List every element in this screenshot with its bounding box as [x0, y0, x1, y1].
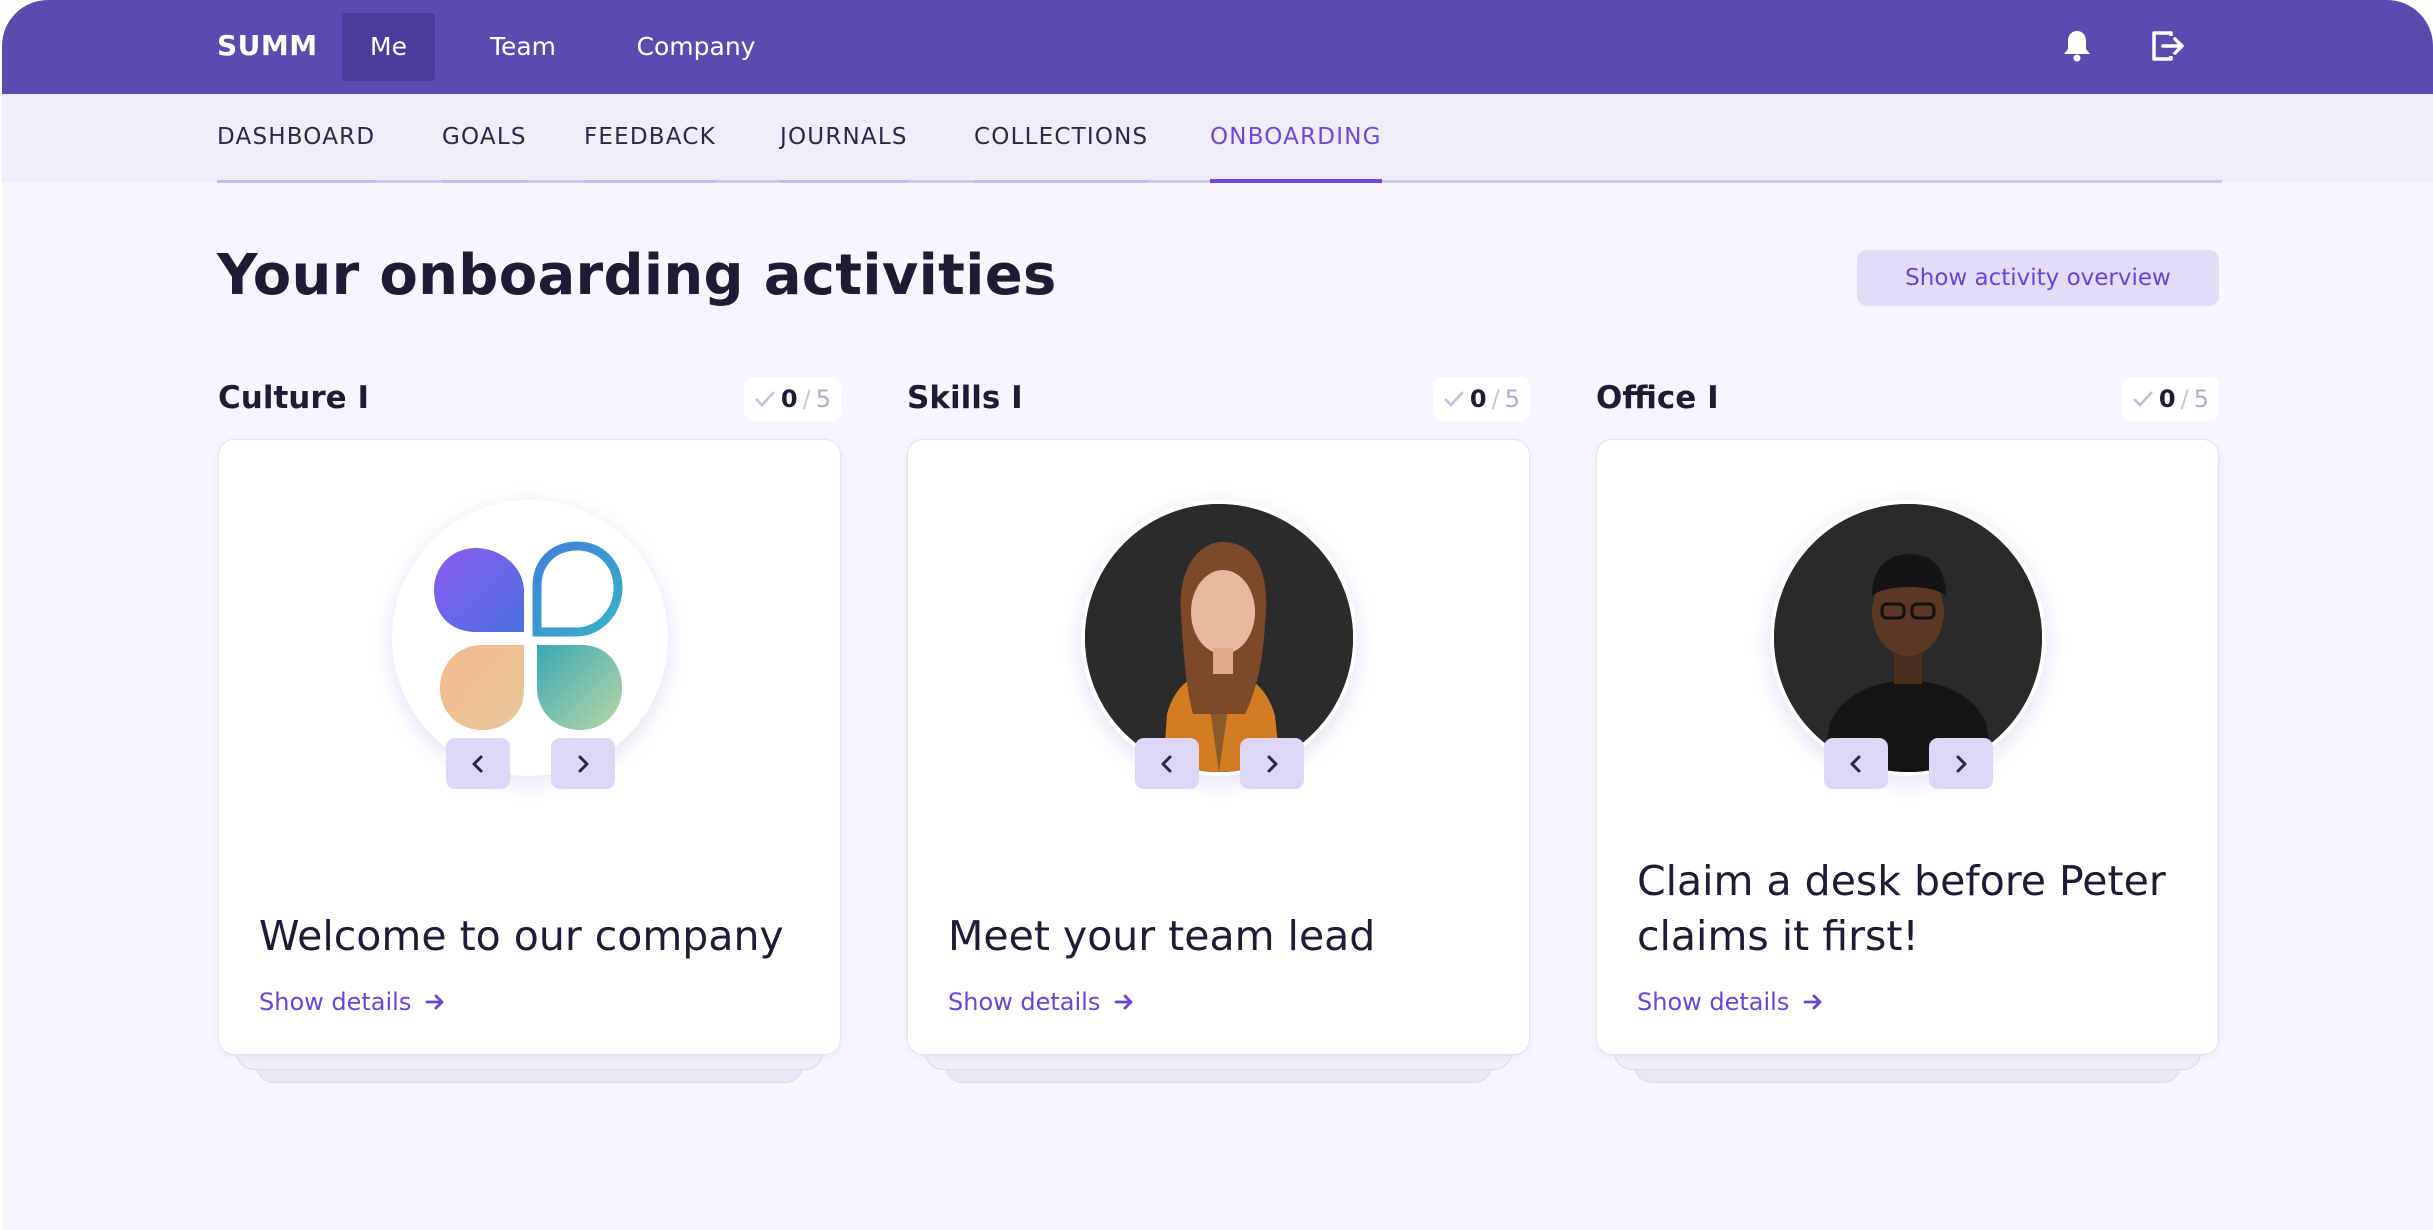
previous-card-button[interactable]	[1135, 738, 1199, 789]
bell-icon[interactable]	[2057, 26, 2097, 66]
activity-card[interactable]: Claim a desk before Peter claims it firs…	[1596, 439, 2219, 1055]
card-title: Claim a desk before Peter claims it firs…	[1637, 857, 2166, 960]
chevron-right-icon	[1267, 755, 1278, 772]
card-title: Meet your team lead	[948, 912, 1376, 960]
tab-feedback[interactable]: FEEDBACK	[584, 124, 716, 183]
counter-slash: /	[1491, 385, 1500, 413]
activity-card[interactable]: Meet your team lead Show details	[907, 439, 1530, 1055]
next-card-button[interactable]	[551, 738, 615, 789]
total-count: 5	[1504, 385, 1520, 413]
arrow-right-icon	[1803, 994, 1822, 1010]
chevron-left-icon	[1850, 755, 1861, 772]
card-title: Welcome to our company	[259, 912, 784, 960]
brand-logo[interactable]: SUMM	[217, 29, 318, 62]
check-icon	[755, 391, 775, 407]
chevron-left-icon	[1161, 755, 1172, 772]
show-activity-overview-button[interactable]: Show activity overview	[1857, 250, 2219, 306]
show-details-link[interactable]: Show details	[259, 988, 445, 1016]
total-count: 5	[815, 385, 831, 413]
arrow-right-icon	[1114, 994, 1133, 1010]
show-details-link[interactable]: Show details	[948, 988, 1134, 1016]
check-icon	[2133, 391, 2153, 407]
clover-logo-icon	[434, 541, 623, 730]
done-count: 0	[2158, 385, 2176, 413]
counter-slash: /	[2180, 385, 2189, 413]
chevron-right-icon	[578, 755, 589, 772]
top-bar: SUMM Me Team Company	[2, 0, 2433, 94]
done-count: 0	[780, 385, 798, 413]
app-frame: SUMM Me Team Company DASHBOARD GOALS FEE…	[2, 0, 2433, 1230]
counter-slash: /	[802, 385, 811, 413]
progress-counter: 0 / 5	[743, 377, 841, 421]
team-lead-photo	[1081, 500, 1357, 776]
tab-goals[interactable]: GOALS	[442, 124, 527, 183]
tab-collections[interactable]: COLLECTIONS	[974, 124, 1149, 183]
arrow-right-icon	[425, 994, 444, 1010]
progress-counter: 0 / 5	[1432, 377, 1530, 421]
logout-icon[interactable]	[2149, 26, 2189, 66]
nav-company[interactable]: Company	[616, 13, 776, 81]
previous-card-button[interactable]	[1824, 738, 1888, 789]
done-count: 0	[1469, 385, 1487, 413]
show-details-label: Show details	[1637, 988, 1790, 1016]
tab-dashboard[interactable]: DASHBOARD	[217, 124, 376, 183]
progress-counter: 0 / 5	[2121, 377, 2219, 421]
previous-card-button[interactable]	[446, 738, 510, 789]
person-portrait-icon	[1774, 504, 2042, 772]
show-details-link[interactable]: Show details	[1637, 988, 1823, 1016]
column-title: Office I	[1596, 380, 1719, 416]
show-details-label: Show details	[259, 988, 412, 1016]
person-portrait-icon	[1085, 504, 1353, 772]
company-logo-image	[392, 500, 668, 776]
chevron-left-icon	[472, 755, 483, 772]
page-title: Your onboarding activities	[217, 243, 1057, 308]
colleague-photo	[1770, 500, 2046, 776]
nav-me[interactable]: Me	[342, 13, 435, 81]
next-card-button[interactable]	[1929, 738, 1993, 789]
show-details-label: Show details	[948, 988, 1101, 1016]
tab-onboarding[interactable]: ONBOARDING	[1210, 124, 1382, 183]
total-count: 5	[2193, 385, 2209, 413]
activity-card[interactable]: Welcome to our company Show details	[218, 439, 841, 1055]
chevron-right-icon	[1956, 755, 1967, 772]
next-card-button[interactable]	[1240, 738, 1304, 789]
nav-team[interactable]: Team	[468, 13, 578, 81]
column-title: Culture I	[218, 380, 369, 416]
tab-journals[interactable]: JOURNALS	[780, 124, 908, 183]
check-icon	[1444, 391, 1464, 407]
column-title: Skills I	[907, 380, 1023, 416]
